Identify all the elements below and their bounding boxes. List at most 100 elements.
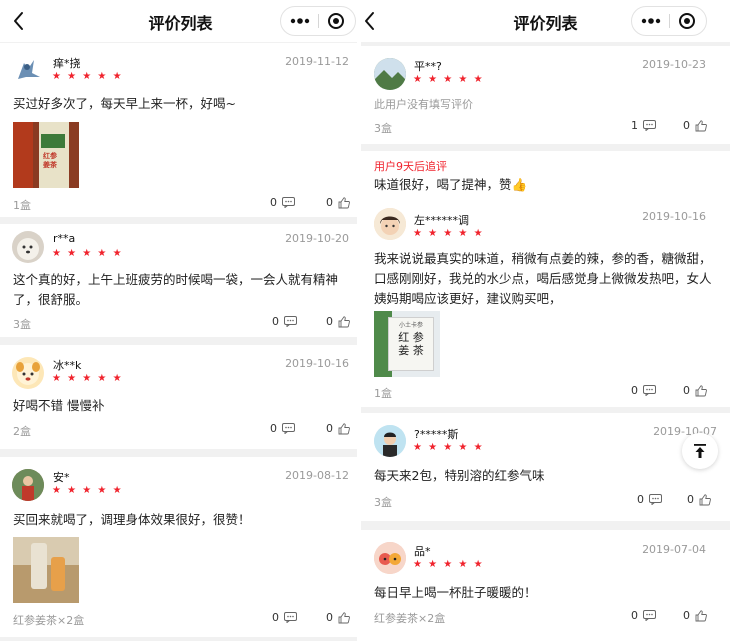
comment-count[interactable]: 1	[631, 119, 656, 132]
like-count-value: 0	[683, 384, 690, 397]
like-count[interactable]: 0	[683, 609, 707, 622]
review-text-line: 这个真的好，上午上班疲劳的时候喝一袋，一会人就有精神	[13, 272, 339, 287]
review-card: 痒*挠 ★ ★ ★ ★ ★ 2019-11-12 买过好多次了，每天早上来一杯，…	[0, 43, 361, 217]
review-card: 平**? ★ ★ ★ ★ ★ 2019-10-23 此用户没有填写评价 3盒 1…	[361, 46, 730, 144]
comment-count-value: 0	[270, 196, 277, 209]
more-dots-icon[interactable]	[632, 7, 669, 35]
like-count[interactable]: 0	[326, 315, 350, 328]
product-label: 红参 姜茶	[43, 152, 57, 169]
more-dots-icon[interactable]	[281, 7, 318, 35]
product-box: 小土卡参 红 参 姜 茶	[388, 317, 434, 371]
comment-bubble-icon	[643, 385, 656, 396]
fairy-avatar-icon	[18, 60, 40, 79]
review-text: 我来说说最真实的味道，稍微有点姜的辣，参的香，糖微甜， 口感刚刚好，我兑的水少点…	[374, 249, 712, 309]
review-card: 冰**k ★ ★ ★ ★ ★ 2019-10-16 好喝不错 慢慢补 2盒 0 …	[0, 345, 361, 449]
review-card: r**a ★ ★ ★ ★ ★ 2019-10-20 这个真的好，上午上班疲劳的时…	[0, 224, 361, 337]
username: ?*****斯	[414, 428, 459, 441]
star-rating: ★ ★ ★ ★ ★	[413, 74, 485, 85]
order-spec: 3盒	[13, 318, 31, 331]
like-count-value: 0	[683, 119, 690, 132]
review-date: 2019-10-23	[642, 58, 706, 71]
comment-count[interactable]: 0	[637, 493, 662, 506]
right-review-screen: 评价列表 平**? ★ ★ ★ ★ ★ 2019-10-23 此用户没有填写评价…	[361, 0, 730, 641]
comment-bubble-icon	[649, 494, 662, 505]
like-count-value: 0	[326, 611, 333, 624]
review-date: 2019-07-04	[642, 543, 706, 556]
person-avatar-icon	[12, 469, 44, 501]
back-to-top-icon[interactable]	[682, 433, 718, 469]
like-count-value: 0	[326, 196, 333, 209]
comment-bubble-icon	[643, 120, 656, 131]
landscape-avatar-icon	[374, 58, 406, 90]
like-count-value: 0	[326, 422, 333, 435]
comment-count-value: 0	[637, 493, 644, 506]
review-text: 买过好多次了，每天早上来一杯，好喝~	[13, 96, 236, 111]
star-rating: ★ ★ ★ ★ ★	[413, 442, 485, 453]
like-count[interactable]: 0	[326, 611, 350, 624]
review-card: 用户9天后追评 味道很好，喝了提神，赞👍 左******调 ★ ★ ★ ★ ★ …	[361, 151, 730, 407]
close-target-icon[interactable]	[669, 7, 706, 35]
comment-count-value: 0	[272, 315, 279, 328]
comment-count[interactable]: 0	[270, 196, 295, 209]
like-count[interactable]: 0	[683, 384, 707, 397]
order-spec: 红参姜茶×2盒	[374, 612, 446, 625]
comment-count[interactable]: 0	[270, 422, 295, 435]
thumbs-up-icon	[338, 422, 350, 434]
cartoon-dog-avatar-icon	[16, 362, 40, 385]
comment-count[interactable]: 0	[631, 609, 656, 622]
avatar	[12, 231, 44, 263]
close-target-icon[interactable]	[318, 7, 355, 35]
comment-bubble-icon	[643, 610, 656, 621]
review-text: 每天来2包，特别溶的红参气味	[374, 468, 545, 483]
like-count-value: 0	[683, 609, 690, 622]
girl-avatar-icon	[374, 208, 406, 240]
product-name-line: 姜 茶	[398, 344, 424, 357]
review-photo[interactable]: 红参 姜茶	[13, 122, 79, 188]
comment-bubble-icon	[284, 316, 297, 327]
order-spec: 2盒	[13, 425, 31, 438]
comment-count[interactable]: 0	[272, 611, 297, 624]
comment-count-value: 0	[272, 611, 279, 624]
username: 左******调	[414, 214, 469, 227]
review-card: ?*****斯 ★ ★ ★ ★ ★ 2019-10-07 每天来2包，特别溶的红…	[361, 413, 730, 521]
star-rating: ★ ★ ★ ★ ★	[413, 228, 485, 239]
like-count[interactable]: 0	[326, 196, 350, 209]
review-date: 2019-10-16	[642, 210, 706, 223]
thumbs-up-icon	[695, 384, 707, 396]
comment-count[interactable]: 0	[631, 384, 656, 397]
star-rating: ★ ★ ★ ★ ★	[52, 485, 124, 496]
back-chevron-icon[interactable]	[10, 10, 28, 32]
boy-avatar-icon	[374, 425, 406, 457]
cartoon-avatar-icon	[374, 542, 406, 574]
comment-bubble-icon	[282, 197, 295, 208]
nav-bar: 评价列表	[361, 0, 730, 42]
avatar	[374, 542, 406, 574]
back-chevron-icon[interactable]	[361, 10, 379, 32]
username: 冰**k	[53, 359, 82, 372]
review-date: 2019-08-12	[285, 469, 349, 482]
review-photo[interactable]	[13, 537, 79, 603]
review-text-line: 了，很舒服。	[13, 292, 89, 307]
star-rating: ★ ★ ★ ★ ★	[52, 373, 124, 384]
thumbs-up-icon	[695, 119, 707, 131]
review-text: 好喝不错 慢慢补	[13, 398, 105, 413]
username: 安*	[53, 471, 70, 484]
product-brand-text: 小土卡参	[398, 322, 423, 329]
username: r**a	[53, 232, 76, 245]
avatar	[12, 357, 44, 389]
comment-bubble-icon	[284, 612, 297, 623]
review-photo[interactable]: 小土卡参 红 参 姜 茶	[374, 311, 440, 377]
like-count[interactable]: 0	[687, 493, 711, 506]
star-rating: ★ ★ ★ ★ ★	[52, 71, 124, 82]
dog-avatar-icon	[17, 238, 39, 260]
order-spec: 1盒	[13, 199, 31, 212]
avatar	[12, 469, 44, 501]
comment-count-value: 1	[631, 119, 638, 132]
like-count[interactable]: 0	[683, 119, 707, 132]
followup-text: 味道很好，喝了提神，赞👍	[374, 177, 528, 192]
username: 品*	[414, 545, 431, 558]
review-text-line: 口感刚刚好，我兑的水少点，喝后感觉身上微微发热吧，女人	[374, 271, 712, 286]
left-review-screen: 评价列表 痒*挠 ★ ★ ★ ★ ★ 2019-11-12 买过好多次了，每天早…	[0, 0, 361, 641]
like-count[interactable]: 0	[326, 422, 350, 435]
comment-count[interactable]: 0	[272, 315, 297, 328]
